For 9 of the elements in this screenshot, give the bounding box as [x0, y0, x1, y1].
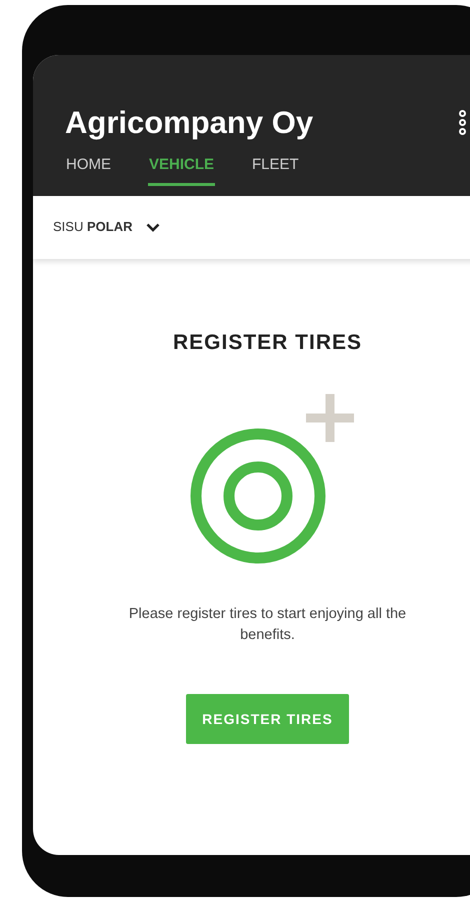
nav-tab[interactable]: HOME	[65, 154, 112, 186]
nav-tab[interactable]: VEHICLE	[148, 154, 216, 186]
more-options-icon[interactable]	[459, 110, 466, 135]
company-title: Agricompany Oy	[65, 107, 314, 138]
vehicle-dropdown[interactable]: SISU POLAR	[33, 196, 470, 258]
register-message: Please register tires to start enjoying all the benefits.	[128, 605, 408, 645]
section-title: REGISTER TIRES	[172, 330, 362, 356]
chevron-down-icon	[146, 222, 160, 232]
nav-tab[interactable]: FLEET	[251, 154, 300, 186]
